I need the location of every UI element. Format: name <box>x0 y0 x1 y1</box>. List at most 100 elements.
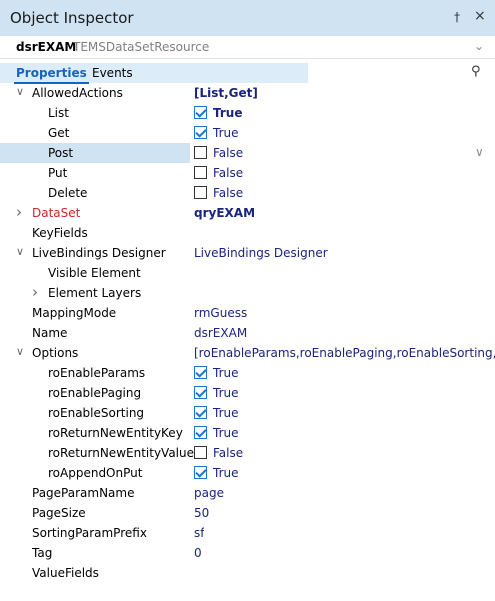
property-row[interactable]: Post False ∨ <box>0 143 495 163</box>
property-grid: ∨ AllowedActions [List,Get] List True Get True… <box>0 83 495 601</box>
property-row[interactable]: roEnableParams True <box>0 363 495 383</box>
property-value: False <box>213 146 244 160</box>
property-name: Delete <box>48 186 88 200</box>
chevron-right-icon[interactable]: › <box>16 203 22 221</box>
property-row[interactable]: PageParamName page <box>0 483 495 503</box>
checkbox-unchecked[interactable] <box>194 446 207 459</box>
property-name: roReturnNewEntityKey <box>48 426 183 440</box>
property-name: PageParamName <box>32 486 135 500</box>
property-row[interactable]: roEnableSorting True <box>0 403 495 423</box>
property-row[interactable]: Get True <box>0 123 495 143</box>
property-name: roEnableParams <box>48 366 146 380</box>
property-value[interactable]: dsrEXAM <box>194 326 247 340</box>
property-name: Name <box>32 326 68 340</box>
property-name: MappingMode <box>32 306 117 320</box>
property-row[interactable]: SortingParamPrefix sf <box>0 523 495 543</box>
window-title: Object Inspector <box>10 9 134 27</box>
chevron-down-icon[interactable]: ∨ <box>16 85 24 98</box>
property-row[interactable]: List True <box>0 103 495 123</box>
property-row[interactable]: Put False <box>0 163 495 183</box>
property-value: False <box>213 186 244 200</box>
property-row[interactable]: MappingMode rmGuess <box>0 303 495 323</box>
checkbox-checked[interactable] <box>194 126 207 139</box>
pin-icon[interactable]: † <box>454 10 460 24</box>
property-row[interactable]: › DataSet qryEXAM <box>0 203 495 223</box>
property-row[interactable]: ValueFields <box>0 563 495 583</box>
property-row[interactable]: ∨ Options [roEnableParams,roEnablePaging,r… <box>0 343 495 363</box>
property-value[interactable]: qryEXAM <box>194 206 255 220</box>
property-name: DataSet <box>32 206 81 220</box>
property-name: LiveBindings Designer <box>32 246 166 260</box>
checkbox-unchecked[interactable] <box>194 166 207 179</box>
property-name: ValueFields <box>32 566 99 580</box>
property-value: True <box>213 406 239 420</box>
object-name: dsrEXAM <box>16 40 77 54</box>
checkbox-checked[interactable] <box>194 386 207 399</box>
object-selector[interactable]: dsrEXAM TEMSDataSetResource ⌄ <box>0 37 495 59</box>
search-icon[interactable]: ⚲ <box>471 64 481 79</box>
property-value[interactable]: [roEnableParams,roEnablePaging,roEnableS… <box>194 346 495 360</box>
chevron-down-icon[interactable]: ∨ <box>16 245 24 258</box>
close-icon[interactable]: × <box>474 8 486 24</box>
property-name: roAppendOnPut <box>48 466 143 480</box>
tab-properties[interactable]: Properties <box>14 66 89 84</box>
property-value: True <box>213 386 239 400</box>
checkbox-checked[interactable] <box>194 366 207 379</box>
property-row[interactable]: › Element Layers <box>0 283 495 303</box>
property-row[interactable]: roReturnNewEntityKey True <box>0 423 495 443</box>
property-value: True <box>213 426 239 440</box>
property-name: Put <box>48 166 68 180</box>
property-value[interactable]: LiveBindings Designer <box>194 246 328 260</box>
property-value: False <box>213 166 244 180</box>
property-name: Get <box>48 126 70 140</box>
property-name: SortingParamPrefix <box>32 526 147 540</box>
checkbox-checked[interactable] <box>194 426 207 439</box>
property-row[interactable]: ∨ LiveBindings Designer LiveBindings Desig… <box>0 243 495 263</box>
property-row[interactable]: Delete False <box>0 183 495 203</box>
property-value: False <box>213 446 244 460</box>
chevron-down-icon[interactable]: ⌄ <box>474 39 484 53</box>
property-value: True <box>213 126 239 140</box>
object-type: TEMSDataSetResource <box>73 40 210 54</box>
property-value[interactable]: [List,Get] <box>194 86 258 100</box>
property-name: KeyFields <box>32 226 88 240</box>
property-name: Post <box>48 146 74 160</box>
chevron-right-icon[interactable]: › <box>32 283 38 301</box>
checkbox-checked[interactable] <box>194 466 207 479</box>
property-row[interactable]: roEnablePaging True <box>0 383 495 403</box>
property-name: Visible Element <box>48 266 141 280</box>
property-name: Element Layers <box>48 286 142 300</box>
chevron-down-icon[interactable]: ∨ <box>16 345 24 358</box>
property-row[interactable]: ∨ AllowedActions [List,Get] <box>0 83 495 103</box>
property-name: roEnablePaging <box>48 386 142 400</box>
property-name: Options <box>32 346 79 360</box>
checkbox-checked[interactable] <box>194 406 207 419</box>
property-value: True <box>213 366 239 380</box>
property-value[interactable]: rmGuess <box>194 306 247 320</box>
property-value[interactable]: page <box>194 486 224 500</box>
property-value: True <box>213 106 243 120</box>
tab-events[interactable]: Events <box>92 66 133 80</box>
property-row[interactable]: Name dsrEXAM <box>0 323 495 343</box>
property-value[interactable]: sf <box>194 526 204 540</box>
property-value[interactable]: 50 <box>194 506 209 520</box>
search-input[interactable] <box>308 63 495 83</box>
property-row[interactable]: Visible Element <box>0 263 495 283</box>
property-name: PageSize <box>32 506 86 520</box>
property-name: Tag <box>32 546 53 560</box>
dropdown-arrow-icon[interactable]: ∨ <box>475 145 484 159</box>
property-name: AllowedActions <box>32 86 123 100</box>
property-row[interactable]: roAppendOnPut True <box>0 463 495 483</box>
property-name: roReturnNewEntityValue <box>48 446 194 460</box>
checkbox-unchecked[interactable] <box>194 146 207 159</box>
checkbox-unchecked[interactable] <box>194 186 207 199</box>
property-row[interactable]: PageSize 50 <box>0 503 495 523</box>
title-bar: Object Inspector † × <box>0 0 495 36</box>
property-name: List <box>48 106 69 120</box>
property-row[interactable]: Tag 0 <box>0 543 495 563</box>
property-value: True <box>213 466 239 480</box>
property-row[interactable]: roReturnNewEntityValue False <box>0 443 495 463</box>
property-row[interactable]: KeyFields <box>0 223 495 243</box>
property-value[interactable]: 0 <box>194 546 202 560</box>
checkbox-checked[interactable] <box>194 106 207 119</box>
